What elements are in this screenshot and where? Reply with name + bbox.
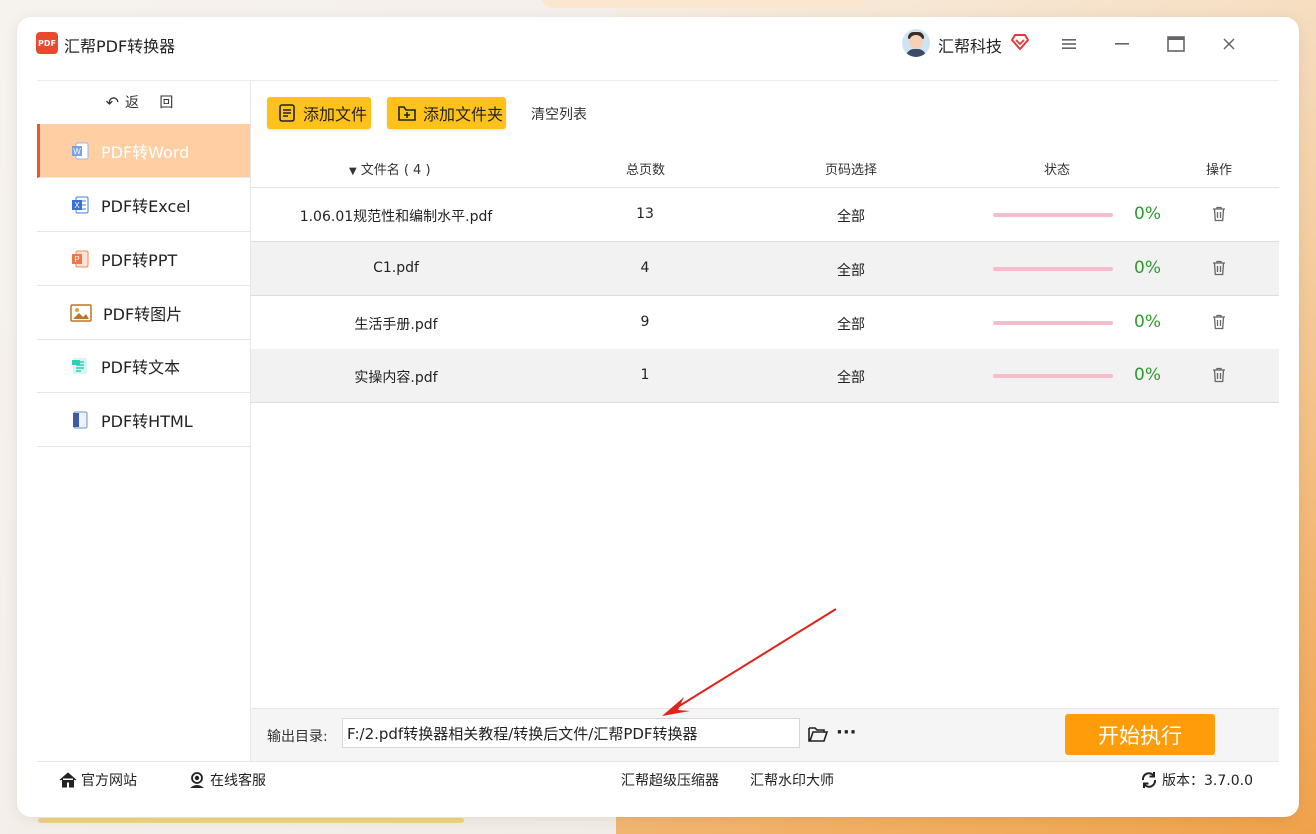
progress-bar — [993, 321, 1113, 325]
sidebar-item-word[interactable]: W PDF转Word — [37, 124, 250, 178]
page-count: 1 — [640, 367, 650, 383]
title-bar: PDF 汇帮PDF转换器 汇帮科技 — [20, 28, 1296, 64]
sidebar-item-html[interactable]: PDF转HTML — [37, 393, 250, 447]
refresh-icon — [1141, 772, 1157, 788]
menu-icon — [1062, 39, 1076, 49]
page-range-select[interactable]: 全部 — [801, 260, 901, 280]
back-arrow-icon: ↶ — [105, 92, 119, 112]
sidebar-item-label: PDF转图片 — [103, 304, 183, 324]
file-name: 1.06.01规范性和编制水平.pdf — [299, 209, 493, 225]
home-icon — [59, 772, 77, 788]
file-name: 生活手册.pdf — [354, 317, 438, 333]
online-support-link[interactable]: 在线客服 — [188, 770, 266, 790]
sidebar: ↶ 返 回 W PDF转Word X PDF转Excel P PDF转PPT P… — [37, 81, 251, 761]
add-folder-button[interactable]: 添加文件夹 — [387, 97, 506, 129]
app-logo-icon: PDF — [36, 32, 58, 54]
word-icon: W — [69, 140, 91, 162]
vip-icon[interactable] — [1010, 32, 1030, 52]
excel-icon: X — [69, 194, 91, 216]
version-info[interactable]: 版本：3.7.0.0 — [1140, 770, 1253, 790]
maximize-icon — [1167, 36, 1185, 52]
page-count: 9 — [640, 314, 650, 330]
start-button[interactable]: 开始执行 — [1065, 714, 1215, 755]
svg-text:X: X — [74, 201, 80, 210]
table-header: ▼ 文件名 ( 4 ) 总页数 页码选择 状态 操作 — [251, 147, 1279, 188]
html-icon — [69, 409, 91, 431]
text-icon — [69, 355, 91, 377]
ppt-icon: P — [69, 248, 91, 270]
watermark-link[interactable]: 汇帮水印大师 — [750, 770, 834, 790]
page-range-select[interactable]: 全部 — [801, 367, 901, 387]
table-row[interactable]: 1.06.01规范性和编制水平.pdf 13 全部 0% — [251, 188, 1279, 242]
menu-button[interactable] — [1055, 30, 1083, 58]
add-file-label: 添加文件 — [303, 105, 368, 124]
add-folder-label: 添加文件夹 — [423, 105, 504, 124]
background-glow — [540, 0, 865, 8]
open-folder-icon[interactable] — [807, 724, 829, 744]
more-options-button[interactable]: ··· — [836, 722, 857, 743]
sidebar-item-image[interactable]: PDF转图片 — [37, 286, 250, 340]
progress-percent: 0% — [1134, 204, 1161, 224]
page-count: 13 — [636, 206, 654, 222]
clear-list-button[interactable]: 清空列表 — [531, 104, 587, 124]
sidebar-item-label: PDF转PPT — [101, 250, 178, 270]
delete-icon[interactable] — [1210, 313, 1228, 331]
progress-bar — [993, 267, 1113, 271]
page-count: 4 — [640, 260, 650, 276]
back-label: 返 回 — [124, 95, 182, 111]
minimize-icon — [1115, 43, 1129, 45]
avatar[interactable] — [902, 29, 930, 57]
maximize-button[interactable] — [1162, 30, 1190, 58]
image-icon — [69, 302, 93, 324]
delete-icon[interactable] — [1210, 259, 1228, 277]
divider — [37, 761, 1279, 762]
table-row[interactable]: C1.pdf 4 全部 0% — [251, 242, 1279, 296]
column-header-status: 状态 — [1044, 163, 1071, 178]
add-folder-icon — [398, 106, 416, 121]
close-icon — [1223, 38, 1235, 50]
official-website-link[interactable]: 官方网站 — [59, 770, 137, 790]
progress-bar — [993, 374, 1113, 378]
page-range-select[interactable]: 全部 — [801, 314, 901, 334]
column-header-pages: 总页数 — [626, 163, 666, 178]
file-name: 实操内容.pdf — [354, 370, 438, 386]
sidebar-item-label: PDF转文本 — [101, 357, 181, 377]
sidebar-item-text[interactable]: PDF转文本 — [37, 339, 250, 393]
progress-percent: 0% — [1134, 258, 1161, 278]
progress-bar — [993, 213, 1113, 217]
user-name[interactable]: 汇帮科技 — [938, 33, 1002, 57]
table-row[interactable]: 实操内容.pdf 1 全部 0% — [251, 349, 1279, 403]
app-title: 汇帮PDF转换器 — [64, 37, 176, 56]
sidebar-item-label: PDF转HTML — [101, 411, 193, 431]
column-header-name[interactable]: ▼ 文件名 ( 4 ) — [349, 159, 431, 178]
output-label: 输出目录: — [267, 729, 328, 745]
progress-percent: 0% — [1134, 365, 1161, 385]
delete-icon[interactable] — [1210, 205, 1228, 223]
minimize-button[interactable] — [1108, 30, 1136, 58]
compressor-link[interactable]: 汇帮超级压缩器 — [621, 770, 719, 790]
svg-text:W: W — [73, 147, 81, 156]
support-icon — [190, 772, 204, 788]
svg-text:P: P — [74, 255, 79, 264]
delete-icon[interactable] — [1210, 366, 1228, 384]
column-header-range: 页码选择 — [825, 163, 878, 178]
add-file-icon — [279, 104, 295, 122]
column-header-action: 操作 — [1206, 163, 1233, 178]
file-name: C1.pdf — [373, 260, 419, 276]
sidebar-item-label: PDF转Word — [101, 142, 190, 162]
page-range-select[interactable]: 全部 — [801, 206, 901, 226]
background-bar — [38, 818, 464, 823]
progress-percent: 0% — [1134, 312, 1161, 332]
back-button[interactable]: ↶ 返 回 — [37, 81, 250, 123]
table-row[interactable]: 生活手册.pdf 9 全部 0% — [251, 296, 1279, 350]
close-button[interactable] — [1215, 30, 1243, 58]
sidebar-item-ppt[interactable]: P PDF转PPT — [37, 232, 250, 286]
sidebar-item-excel[interactable]: X PDF转Excel — [37, 178, 250, 232]
output-path-field[interactable]: F:/2.pdf转换器相关教程/转换后文件/汇帮PDF转换器 — [342, 718, 800, 748]
sidebar-item-label: PDF转Excel — [101, 196, 191, 216]
add-file-button[interactable]: 添加文件 — [267, 97, 371, 129]
sort-desc-icon: ▼ — [349, 166, 357, 177]
